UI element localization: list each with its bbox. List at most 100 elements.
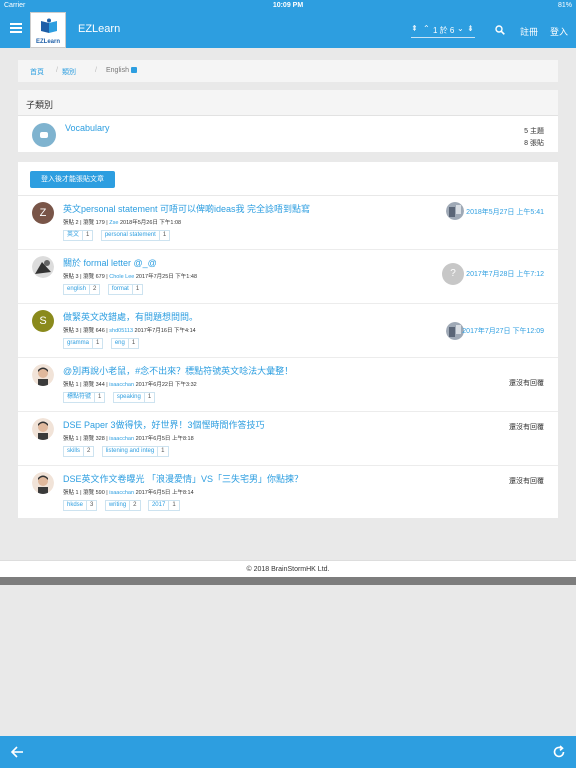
topic-meta: 張貼 1 | 瀏覽 328 | isaacchan 2017年6月5日 上午8:… [63,434,194,442]
topic-pager[interactable]: ⇞ ⌃ 1 於 6 ⌄ ⇟ [411,22,475,38]
topic-date: 2017年6月5日 上午8:14 [134,490,194,496]
no-reply-label: 還沒有回覆 [509,380,544,387]
arrow-left-icon[interactable] [10,745,24,759]
last-post-time[interactable]: 2018年5月27日 上午5:41 [466,207,544,217]
avatar[interactable] [32,418,54,440]
last-post-time[interactable]: 2017年7月28日 上午7:12 [466,269,544,279]
avatar[interactable]: S [32,310,54,332]
chevron-up-icon[interactable]: ⌃ [423,24,430,33]
topic-row: DSE Paper 3做得快，好世界！3個慳時間作答技巧 張貼 1 | 瀏覽 3… [18,412,558,466]
tag-list: english 2 format 1 [63,284,146,296]
topic-title[interactable]: DSE Paper 3做得快，好世界！3個慳時間作答技巧 [63,418,265,431]
tag-list: gramma 1 eng 1 [63,338,142,350]
refresh-icon[interactable] [552,745,566,759]
tag[interactable]: english 2 [63,284,101,295]
subcategory-link-vocabulary[interactable]: Vocabulary [65,123,110,133]
tag[interactable]: 英文 1 [63,230,94,241]
avatar[interactable]: Z [32,202,54,224]
tag[interactable]: eng 1 [110,338,140,349]
tag[interactable]: hkdse 3 [63,500,98,511]
tag-count: 1 [158,231,169,240]
topic-author[interactable]: isaacchan [109,382,134,388]
brand-name[interactable]: EZLearn [78,23,120,35]
tag-name: listening and integ [105,448,155,454]
search-icon[interactable] [495,25,505,35]
avatar[interactable] [32,256,54,278]
breadcrumb-category[interactable]: 類別 [62,67,76,77]
tag-name: 標點符號 [67,394,92,400]
tag-name: hkdse [67,502,84,508]
tag-count: 1 [131,285,142,294]
topic-meta: 張貼 3 | 瀏覽 679 | Chole Lee 2017年7月25日 下午1… [63,272,197,280]
topic-stats: 張貼 2 | 瀏覽 179 | [63,220,110,226]
tag[interactable]: speaking 1 [112,392,156,403]
breadcrumb-home[interactable]: 首頁 [30,67,44,77]
topic-list-panel: 登入後才能張貼文章 Z 英文personal statement 可唔可以俾啲i… [18,162,558,518]
topic-row: @別再說小老鼠，#念不出來？標點符號英文唸法大彙整！ 張貼 1 | 瀏覽 344… [18,358,558,412]
no-reply-label: 還沒有回覆 [509,424,544,431]
tag[interactable]: gramma 1 [63,338,104,349]
tag[interactable]: listening and integ 1 [101,446,169,457]
menu-icon[interactable] [10,23,22,35]
tag-count: 1 [168,501,178,510]
topic-date: 2018年5月26日 下午1:08 [118,220,182,226]
tag[interactable]: format 1 [107,284,144,295]
topic-date: 2017年7月25日 下午1:48 [134,274,198,280]
tag[interactable]: 2017 1 [147,500,180,511]
subcategory-post-count: 8 張貼 [524,140,544,147]
topic-meta: 張貼 3 | 瀏覽 646 | shd05113 2017年7月16日 下午4:… [63,326,196,334]
tag-list: 英文 1 personal statement 1 [63,230,173,242]
rss-icon[interactable] [131,67,137,73]
topic-row: S 做緊英文改錯處，有問題想問問。 張貼 3 | 瀏覽 646 | shd051… [18,304,558,358]
avatar[interactable] [32,364,54,386]
tag-name: gramma [67,340,90,346]
topic-author[interactable]: shd05113 [109,328,133,334]
logo[interactable]: EZLearn [30,12,66,48]
topic-author[interactable]: isaacchan [109,436,134,442]
topic-date: 2017年6月22日 下午3:32 [134,382,197,388]
chevron-up-icon[interactable]: ⇞ [411,24,418,33]
topic-row: 關於 formal letter @_@ 張貼 3 | 瀏覽 679 | Cho… [18,250,558,304]
login-link[interactable]: 登入 [550,25,568,38]
battery-level: 81% [557,2,572,9]
tag[interactable]: 標點符號 1 [63,392,106,403]
chevron-down-icon[interactable]: ⌄ [457,24,464,33]
tag-name: 2017 [151,502,166,508]
tag-name: speaking [116,394,141,400]
comment-icon [32,123,56,147]
topic-title[interactable]: 英文personal statement 可唔可以俾啲ideas我 完全諗唔到點… [63,202,310,215]
topic-title[interactable]: DSE英文作文卷曝光 「浪漫愛情」VS「三失宅男」你點揀？ [63,472,303,485]
topic-author[interactable]: Chole Lee [109,274,134,280]
tag-name: skills [67,448,80,454]
tag-name: writing [108,502,127,508]
topic-author[interactable]: isaacchan [109,490,134,496]
book-icon [41,18,57,33]
last-poster-avatar[interactable] [446,202,464,220]
topic-row: DSE英文作文卷曝光 「浪漫愛情」VS「三失宅男」你點揀？ 張貼 1 | 瀏覽 … [18,466,558,520]
tag-list: hkdse 3 writing 2 2017 1 [63,500,183,512]
tag-count: 2 [83,447,93,456]
logo-text: EZLearn [35,39,60,45]
tag[interactable]: writing 2 [104,500,141,511]
register-link[interactable]: 註冊 [520,25,538,38]
topic-title[interactable]: 關於 formal letter @_@ [63,256,157,269]
avatar[interactable] [32,472,54,494]
tag-name: 英文 [67,232,80,238]
last-poster-avatar[interactable]: ? [442,263,464,285]
tag[interactable]: skills 2 [63,446,95,457]
topic-stats: 張貼 1 | 瀏覽 328 | [63,436,110,442]
tag-name: format [111,286,129,292]
subcategory-heading: 子類別 [26,100,54,110]
footer-shadow [0,577,576,585]
tag-count: 1 [92,339,102,348]
breadcrumb: 首頁 / 類別 / English [18,60,558,82]
last-post-time[interactable]: 2017年7月27日 下午12:09 [462,326,544,336]
tag[interactable]: personal statement 1 [100,230,171,241]
new-topic-button[interactable]: 登入後才能張貼文章 [30,171,115,188]
topic-stats: 張貼 3 | 瀏覽 679 | [63,274,110,280]
tag-list: skills 2 listening and integ 1 [63,446,172,458]
tag-count: 1 [143,393,154,402]
topic-title[interactable]: @別再說小老鼠，#念不出來？標點符號英文唸法大彙整！ [63,364,293,377]
topic-title[interactable]: 做緊英文改錯處，有問題想問問。 [63,310,198,323]
chevron-down-icon[interactable]: ⇟ [467,24,474,33]
